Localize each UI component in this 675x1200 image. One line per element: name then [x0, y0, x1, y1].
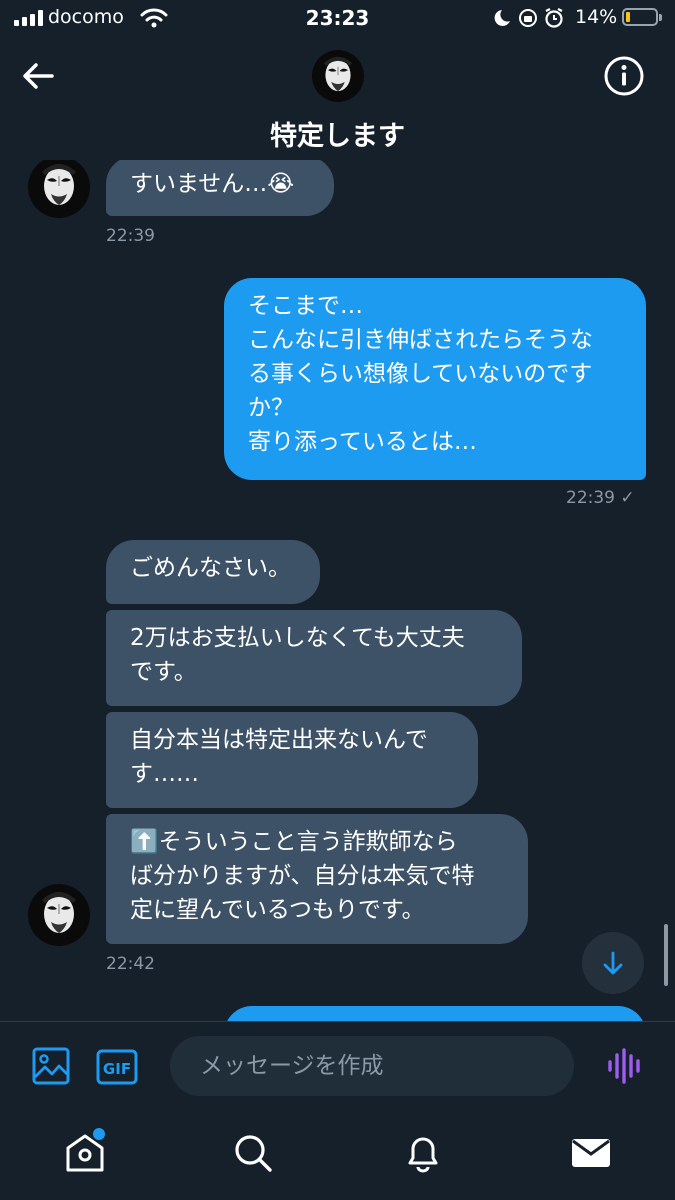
image-button[interactable]: [32, 1047, 70, 1085]
avatar[interactable]: [28, 884, 90, 946]
message-list[interactable]: すいません…😭 22:39 そこまで… こんなに引き伸ばされたらそうな る事くら…: [0, 160, 675, 1022]
status-bar: docomo 23:23 14%: [0, 0, 675, 40]
conversation-title: 特定します: [270, 121, 405, 152]
info-icon: [604, 56, 644, 96]
message-timestamp: 22:39: [106, 226, 155, 246]
back-button[interactable]: [18, 56, 58, 96]
message-bubble[interactable]: 自分本当は特定出来ないんで す……: [106, 712, 478, 808]
message-bubble[interactable]: すいません…😭: [106, 160, 334, 216]
gif-label: GIF: [103, 1060, 131, 1078]
message-bubble[interactable]: ⬆️そういうこと言う詐欺師なら ば分かりますが、自分は本気で特 定に望んでいるつ…: [106, 814, 528, 944]
notification-dot: [93, 1128, 105, 1140]
messages-icon: [572, 1139, 610, 1167]
info-button[interactable]: [603, 55, 645, 97]
notifications-icon: [408, 1137, 438, 1173]
home-icon: [66, 1134, 104, 1172]
tab-notifications[interactable]: [402, 1132, 444, 1174]
arrow-down-icon: [603, 951, 623, 975]
scroll-to-bottom-button[interactable]: [582, 932, 644, 994]
image-icon: [32, 1047, 70, 1085]
moon-icon: [494, 10, 510, 26]
status-icons: [494, 8, 563, 28]
battery-percent: 14%: [575, 6, 618, 28]
gif-icon: GIF: [96, 1049, 138, 1085]
message-input[interactable]: [170, 1036, 574, 1096]
message-timestamp: 22:39 ✓: [566, 488, 635, 508]
voice-button[interactable]: [606, 1047, 644, 1085]
orientation-lock-icon: [519, 9, 537, 27]
message-timestamp: 22:42: [106, 954, 155, 974]
search-icon: [235, 1135, 272, 1172]
avatar[interactable]: [28, 160, 90, 218]
message-bubble[interactable]: 2万はお支払いしなくても大丈夫 です。: [106, 610, 522, 706]
avatar[interactable]: [312, 50, 364, 102]
message-bubble[interactable]: ごめんなさい。: [106, 540, 320, 604]
message-bubble-partial[interactable]: [224, 1006, 646, 1022]
gif-button[interactable]: GIF: [96, 1049, 138, 1085]
battery-icon: [622, 8, 662, 26]
clock: 23:23: [305, 6, 370, 30]
tab-messages[interactable]: [570, 1132, 612, 1174]
alarm-icon: [545, 8, 563, 28]
scrollbar[interactable]: [664, 924, 668, 986]
voice-icon: [608, 1048, 640, 1084]
message-bubble[interactable]: そこまで… こんなに引き伸ばされたらそうな る事くらい想像していないのです か？…: [224, 278, 646, 480]
tab-search[interactable]: [232, 1132, 274, 1174]
